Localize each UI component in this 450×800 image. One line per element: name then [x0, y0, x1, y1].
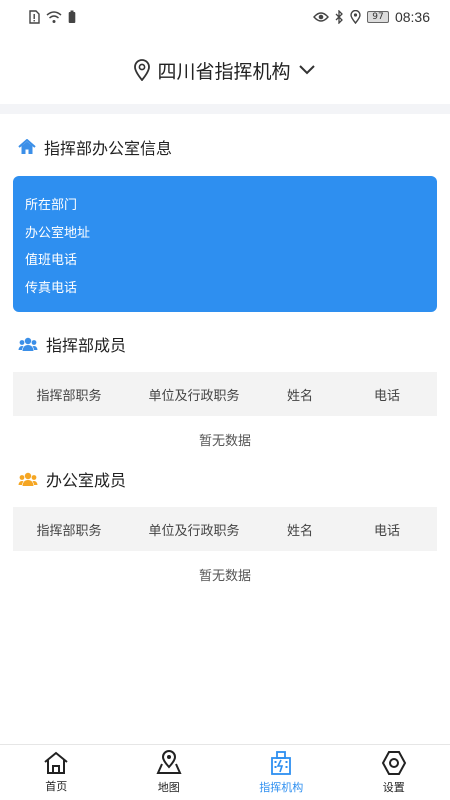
eye-icon [313, 12, 329, 22]
nav-label-map: 地图 [157, 781, 180, 794]
location-pin-icon [134, 59, 151, 81]
office-members-title: 办公室成员 [46, 471, 127, 490]
sim-alert-icon [29, 10, 40, 24]
info-row-duty-phone: 值班电话 [25, 253, 78, 268]
command-members-heading: 指挥部成员 [18, 332, 126, 356]
info-row-address: 办公室地址 [25, 225, 91, 241]
bluetooth-icon [335, 10, 343, 24]
col-unit: 单位及行政职务 [148, 388, 240, 404]
building-icon [271, 751, 292, 775]
col-phone: 电话 [373, 388, 400, 404]
nav-item-map[interactable]: 地图 [113, 745, 226, 800]
chevron-down-icon [298, 65, 315, 75]
command-members-empty: 暂无数据 [198, 434, 251, 449]
status-bar: 97 08:36 [0, 0, 450, 34]
nav-label-settings: 设置 [382, 781, 405, 794]
nav-item-home[interactable]: 首页 [0, 745, 113, 800]
command-members-title: 指挥部成员 [46, 336, 127, 355]
col-name: 姓名 [286, 523, 313, 539]
info-row-department: 所在部门 [25, 198, 78, 213]
nav-item-settings[interactable]: 设置 [338, 745, 450, 800]
wifi-icon [46, 11, 62, 23]
battery-alert-icon [68, 10, 76, 23]
settings-icon [381, 751, 406, 775]
col-position: 指挥部职务 [36, 523, 102, 539]
page-title: 四川省指挥机构 [157, 60, 291, 83]
office-info-heading: 指挥部办公室信息 [18, 135, 172, 159]
col-position: 指挥部职务 [36, 388, 102, 404]
col-name: 姓名 [286, 388, 313, 404]
status-left [28, 10, 76, 24]
bottom-nav: 首页 地图 指挥机构 设置 [0, 744, 450, 800]
office-members-table-header: 指挥部职务 单位及行政职务 姓名 电话 [13, 507, 437, 551]
office-info-card: 所在部门 办公室地址 值班电话 传真电话 [13, 176, 437, 312]
info-row-fax: 传真电话 [25, 280, 78, 296]
location-status-icon [350, 10, 361, 24]
office-members-empty: 暂无数据 [198, 569, 251, 584]
status-right: 97 08:36 [313, 9, 430, 25]
col-unit: 单位及行政职务 [148, 523, 240, 539]
nav-label-home: 首页 [45, 780, 68, 793]
command-members-table-header: 指挥部职务 单位及行政职务 姓名 电话 [13, 372, 437, 416]
map-icon [156, 750, 182, 774]
nav-item-command[interactable]: 指挥机构 [225, 745, 338, 800]
region-selector[interactable]: 四川省指挥机构 [0, 40, 450, 100]
home-section-icon [18, 139, 36, 154]
status-time: 08:36 [394, 9, 430, 25]
office-members-heading: 办公室成员 [18, 467, 126, 491]
col-phone: 电话 [373, 523, 400, 539]
battery-level: 97 [366, 11, 389, 23]
header-divider [0, 104, 450, 114]
nav-label-command: 指挥机构 [259, 781, 304, 794]
home-icon [44, 751, 68, 774]
group-blue-icon [18, 337, 38, 351]
group-orange-icon [18, 472, 38, 486]
office-info-title: 指挥部办公室信息 [44, 139, 173, 158]
